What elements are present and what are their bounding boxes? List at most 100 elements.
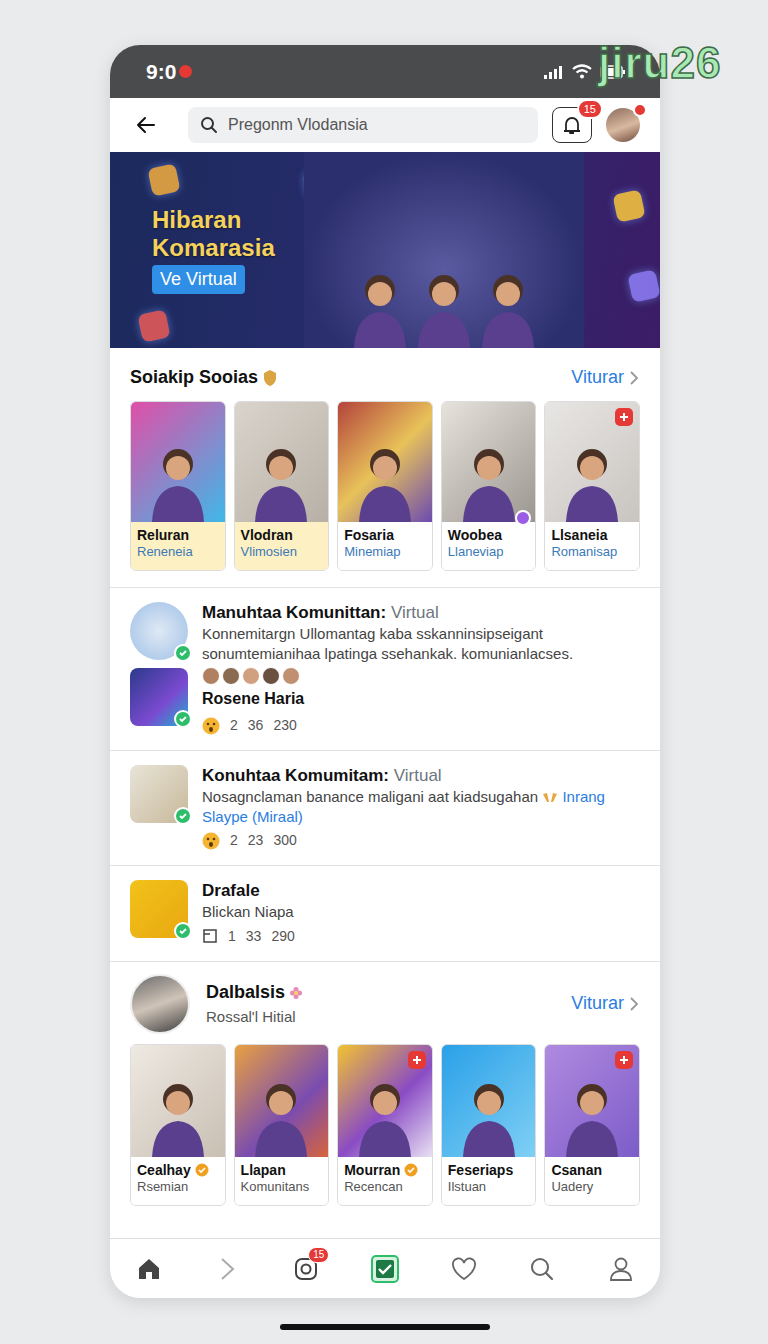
feed-item[interactable]: DrafaleBlickan Niapa133290 bbox=[110, 866, 660, 962]
profile-icon[interactable] bbox=[609, 1256, 633, 1282]
card-name: Cealhay bbox=[137, 1162, 191, 1179]
feed-item[interactable]: Manuhtaa Komunittan: VirtualKonnemitargn… bbox=[110, 588, 660, 751]
wow-reaction-icon bbox=[202, 832, 220, 850]
card-caption: FeseriapsIlstuan bbox=[442, 1157, 536, 1205]
home-icon[interactable] bbox=[136, 1256, 162, 1282]
wifi-icon bbox=[572, 64, 592, 79]
card-name-row: Fosaria bbox=[344, 527, 426, 544]
profile-card[interactable]: WoobeaLlaneviap bbox=[441, 401, 537, 571]
notifications-button[interactable]: 15 bbox=[552, 107, 592, 143]
profile-card[interactable]: CealhayRsemian bbox=[130, 1044, 226, 1206]
likes-icon[interactable] bbox=[451, 1257, 477, 1281]
profile-card[interactable]: FeseriapsIlstuan bbox=[441, 1044, 537, 1206]
avatar-alert bbox=[633, 103, 647, 117]
link-label[interactable]: Viturar bbox=[571, 364, 624, 391]
post-body: Konnemitargn Ullomantag kaba sskanninsip… bbox=[202, 624, 640, 663]
link-label[interactable]: Viturar bbox=[571, 990, 624, 1017]
chevron-right-icon[interactable] bbox=[628, 370, 640, 386]
profile-card[interactable]: LlapanKomunitans bbox=[234, 1044, 330, 1206]
author-avatar[interactable] bbox=[130, 602, 188, 660]
profile-avatar[interactable] bbox=[606, 108, 640, 142]
group-avatar[interactable] bbox=[130, 974, 190, 1034]
clock: 9:0 bbox=[146, 56, 192, 88]
nav-tab[interactable] bbox=[517, 1247, 567, 1291]
chevron-right-icon[interactable] bbox=[628, 996, 640, 1012]
chevron-right-icon[interactable] bbox=[628, 370, 640, 386]
verified-badge bbox=[174, 922, 192, 940]
chevron-right-icon[interactable] bbox=[628, 996, 640, 1012]
home-icon[interactable] bbox=[136, 1256, 162, 1282]
card-name: Csanan bbox=[551, 1162, 602, 1179]
stat-count: 290 bbox=[271, 926, 294, 947]
nav-tab[interactable] bbox=[439, 1247, 489, 1291]
profile-icon[interactable] bbox=[609, 1256, 633, 1282]
profile-card[interactable]: ReluranReneneia bbox=[130, 401, 226, 571]
participant-avatar bbox=[222, 667, 240, 685]
signal-icon bbox=[544, 65, 564, 79]
flower-icon bbox=[289, 986, 303, 1000]
search-icon[interactable] bbox=[529, 1256, 555, 1282]
nav-tab[interactable] bbox=[596, 1247, 646, 1291]
avatar-column bbox=[130, 880, 190, 947]
card-caption: CealhayRsemian bbox=[131, 1157, 225, 1205]
nav-tab[interactable] bbox=[360, 1247, 410, 1291]
card-subtitle: Vlimosien bbox=[241, 544, 323, 561]
likes-icon[interactable] bbox=[451, 1257, 477, 1281]
post-body-text: Nosagnclaman banance maligani aat kiadsu… bbox=[202, 788, 538, 805]
search-input[interactable] bbox=[226, 112, 526, 138]
banner-photo bbox=[304, 152, 584, 348]
card-caption: ReluranReneneia bbox=[131, 522, 225, 570]
card-caption: LlsaneiaRomanisap bbox=[545, 522, 639, 570]
group-header: DalbalsisRossal'l Hitial Viturar bbox=[110, 962, 660, 1044]
check-icon bbox=[178, 926, 188, 936]
search-icon[interactable] bbox=[529, 1256, 555, 1282]
wow-reaction-icon bbox=[202, 717, 220, 735]
group-title-block: DalbalsisRossal'l Hitial bbox=[206, 979, 555, 1029]
card-name: Fosaria bbox=[344, 527, 394, 544]
card-subtitle: Uadery bbox=[551, 1179, 633, 1196]
card-photo bbox=[131, 402, 225, 522]
search-icon bbox=[200, 116, 218, 134]
stat-count: 2 bbox=[230, 830, 238, 851]
nav-tab[interactable]: 15 bbox=[281, 1247, 331, 1291]
see-all-link[interactable]: Viturar bbox=[571, 364, 640, 391]
forward-icon[interactable] bbox=[217, 1256, 239, 1282]
banner-title: Hibaran Komarasia bbox=[152, 206, 292, 261]
card-name: Llsaneia bbox=[551, 527, 607, 544]
feed-item[interactable]: Konuhtaa Komumitam: VirtualNosagnclaman … bbox=[110, 751, 660, 866]
author-avatar[interactable] bbox=[130, 880, 188, 938]
tasks-icon[interactable] bbox=[370, 1254, 400, 1284]
check-icon bbox=[178, 926, 188, 936]
author-avatar[interactable] bbox=[130, 765, 188, 823]
bottom-nav: 15 bbox=[110, 1238, 660, 1298]
card-photo bbox=[442, 402, 536, 522]
tasks-icon[interactable] bbox=[370, 1254, 400, 1284]
card-caption: FosariaMinemiap bbox=[338, 522, 432, 570]
watermark: jiru26 bbox=[598, 30, 721, 96]
forward-icon[interactable] bbox=[217, 1256, 239, 1282]
card-subtitle: Reneneia bbox=[137, 544, 219, 561]
profile-card[interactable]: CsananUadery bbox=[544, 1044, 640, 1206]
post-title: Konuhtaa Komumitam: Virtual bbox=[202, 765, 640, 787]
section-title: Soiakip Sooias bbox=[130, 364, 258, 391]
post-stats: 236230 bbox=[202, 715, 640, 736]
nav-tab[interactable] bbox=[124, 1247, 174, 1291]
banner[interactable]: Hibaran KomarasiaVe Virtual bbox=[110, 152, 660, 348]
group-subtitle: Rossal'l Hitial bbox=[206, 1006, 555, 1029]
back-arrow-icon[interactable] bbox=[134, 113, 158, 137]
profile-card[interactable]: FosariaMinemiap bbox=[337, 401, 433, 571]
back-arrow-icon[interactable] bbox=[134, 113, 158, 137]
card-name: Llapan bbox=[241, 1162, 286, 1179]
nav-tab[interactable] bbox=[203, 1247, 253, 1291]
feed-list: Manuhtaa Komunittan: VirtualKonnemitargn… bbox=[110, 588, 660, 962]
profile-card[interactable]: LlsaneiaRomanisap bbox=[544, 401, 640, 571]
see-all-link[interactable]: Viturar bbox=[571, 990, 640, 1017]
wifi-icon bbox=[572, 64, 592, 79]
post-author[interactable]: Rosene Haria bbox=[202, 687, 640, 711]
card-caption: LlapanKomunitans bbox=[235, 1157, 329, 1205]
profile-card[interactable]: MourranRecencan bbox=[337, 1044, 433, 1206]
search-field[interactable] bbox=[188, 107, 538, 143]
stat-count: 23 bbox=[248, 830, 264, 851]
featured-section: Soiakip Sooias Viturar ReluranReneneiaVlod… bbox=[110, 348, 660, 588]
profile-card[interactable]: VlodranVlimosien bbox=[234, 401, 330, 571]
